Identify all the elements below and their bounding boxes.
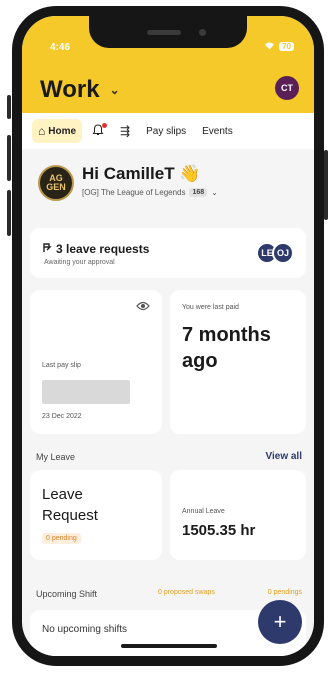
chevron-down-icon: ⌄: [211, 188, 218, 197]
upcoming-shift-title: Upcoming Shift: [36, 589, 98, 599]
leave-requests-count: 3 leave requests: [56, 242, 150, 256]
front-camera: [199, 29, 206, 36]
user-avatar[interactable]: CT: [275, 76, 299, 100]
org-member-count: 168: [189, 188, 208, 197]
speaker-grille: [147, 30, 181, 35]
eye-icon[interactable]: [136, 300, 150, 314]
leave-request-title: Leave Request: [42, 486, 98, 524]
notch: [89, 16, 247, 48]
mute-switch: [7, 95, 11, 119]
status-icons: 70: [264, 41, 294, 52]
tab-pay-slips[interactable]: Pay slips: [140, 121, 192, 142]
avatar: OJ: [272, 242, 294, 264]
home-icon: ⌂: [38, 124, 46, 138]
volume-up-button: [7, 135, 11, 181]
payslip-date: 23 Dec 2022: [42, 413, 82, 420]
notification-dot: [102, 122, 108, 128]
greeting-section: AG GEN Hi CamilleT 👋 [OG] The League of …: [38, 162, 300, 212]
greeting-text: Hi CamilleT 👋: [82, 164, 201, 184]
tab-pay-slips-label: Pay slips: [146, 125, 187, 137]
tab-mentions[interactable]: ⇶: [114, 119, 136, 143]
add-button[interactable]: +: [258, 600, 302, 644]
org-name: [OG] The League of Legends: [82, 188, 186, 197]
power-button: [324, 150, 328, 220]
last-paid-label: You were last paid: [182, 304, 239, 311]
tab-home[interactable]: ⌂ Home: [32, 119, 83, 143]
payslip-card[interactable]: Last pay slip 23 Dec 2022: [30, 290, 162, 434]
workspace-title: Work: [40, 76, 100, 103]
payslip-label: Last pay slip: [42, 362, 81, 369]
wave-icon: 👋: [179, 164, 201, 183]
mention-icon: ⇶: [120, 124, 131, 138]
no-shifts-text: No upcoming shifts: [42, 624, 128, 635]
chevron-down-icon: ⌄: [109, 83, 120, 97]
battery-icon: 70: [279, 42, 294, 51]
leave-requests-card[interactable]: 3 leave requests Awaiting your approval …: [30, 228, 306, 278]
annual-leave-label: Annual Leave: [182, 508, 225, 515]
last-paid-value: 7 months ago: [182, 324, 271, 372]
home-indicator[interactable]: [121, 644, 217, 648]
leave-requests-title: 3 leave requests: [42, 242, 149, 256]
view-all-link[interactable]: View all: [265, 451, 302, 462]
tab-bar: ⌂ Home ⇶ Pay slips Events: [22, 113, 314, 149]
tab-events[interactable]: Events: [196, 121, 239, 142]
payslip-amount-hidden: [42, 380, 130, 404]
requests-icon: [42, 242, 52, 256]
org-switcher[interactable]: [OG] The League of Legends 168 ⌄: [82, 188, 218, 197]
my-leave-title: My Leave: [36, 452, 76, 462]
volume-down-button: [7, 190, 11, 236]
app-screen: 4:46 70 Work ⌄ CT ⌂ Home ⇶ Pay slips Eve…: [22, 16, 314, 656]
tab-home-label: Home: [48, 125, 77, 137]
pending-badge: 0 pending: [42, 533, 81, 544]
tab-events-label: Events: [202, 125, 233, 137]
status-time: 4:46: [50, 42, 71, 53]
leave-requests-subtitle: Awaiting your approval: [44, 259, 115, 266]
greeting-hello: Hi CamilleT: [82, 164, 175, 183]
wifi-icon: [264, 41, 275, 52]
leave-request-card[interactable]: Leave Request 0 pending: [30, 470, 162, 560]
workspace-selector[interactable]: Work ⌄: [40, 76, 120, 104]
annual-leave-value: 1505.35 hr: [182, 522, 256, 539]
bell-icon: [92, 122, 108, 139]
proposed-swaps-link[interactable]: 0 proposed swaps: [158, 589, 215, 596]
last-paid-card[interactable]: You were last paid 7 months ago: [170, 290, 306, 434]
annual-leave-card[interactable]: Annual Leave 1505.35 hr: [170, 470, 306, 560]
tab-notifications[interactable]: [86, 119, 110, 144]
requester-avatars: LE OJ: [256, 242, 294, 264]
pendings-link[interactable]: 0 pendings: [268, 589, 302, 596]
org-logo: AG GEN: [38, 165, 74, 201]
